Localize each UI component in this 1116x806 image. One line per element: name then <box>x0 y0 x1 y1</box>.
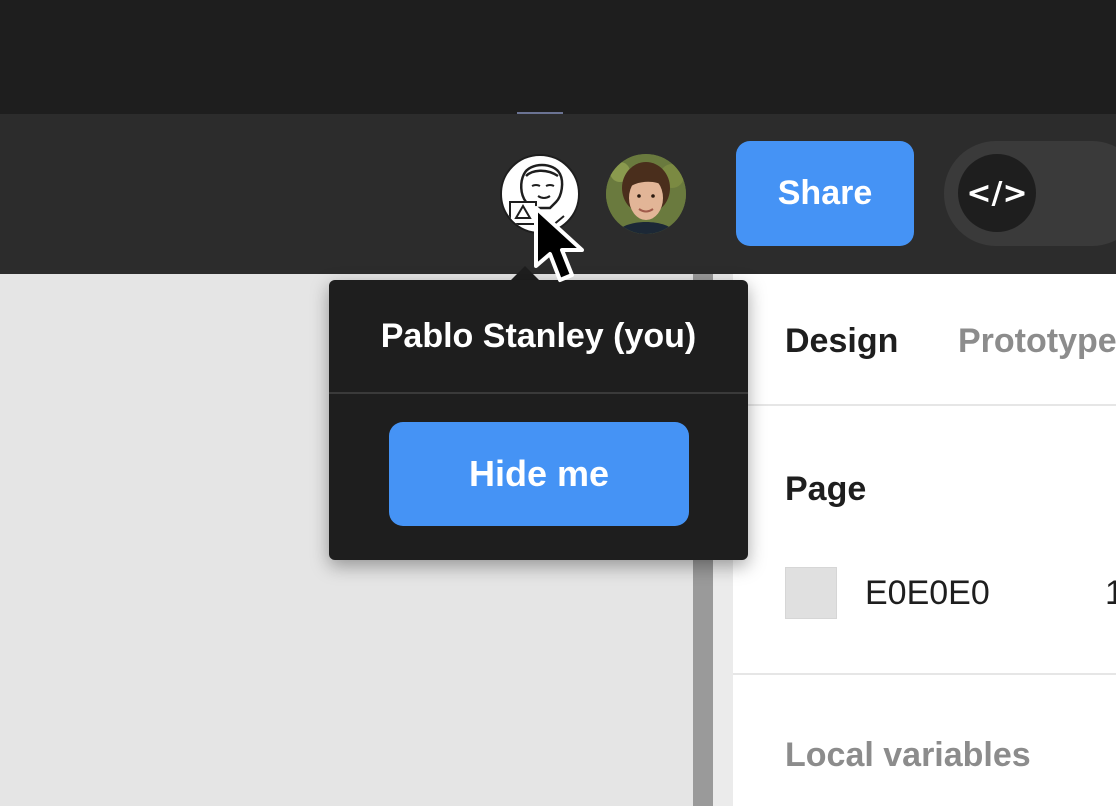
title-bar <box>0 0 1116 114</box>
user-tooltip: Pablo Stanley (you) Hide me <box>329 280 748 560</box>
page-color-hex[interactable]: E0E0E0 <box>865 574 990 613</box>
local-variables-title[interactable]: Local variables <box>785 736 1031 775</box>
properties-panel: Design Prototype Page E0E0E0 1 Local var… <box>733 274 1116 806</box>
page-color-opacity[interactable]: 1 <box>1105 574 1116 613</box>
page-section-title: Page <box>785 470 867 508</box>
panel-tabs: Design Prototype <box>733 274 1116 406</box>
dev-mode-toggle[interactable]: </> <box>944 141 1116 246</box>
mouse-cursor-icon <box>534 206 584 282</box>
avatar-collaborator[interactable] <box>606 154 686 234</box>
tab-prototype[interactable]: Prototype <box>958 322 1116 361</box>
page-color-swatch[interactable] <box>785 567 837 619</box>
user-name-label: Pablo Stanley (you) <box>329 280 748 394</box>
share-button[interactable]: Share <box>736 141 914 246</box>
hide-me-button[interactable]: Hide me <box>389 422 689 526</box>
section-divider <box>733 673 1116 675</box>
tab-design[interactable]: Design <box>785 322 898 361</box>
code-brackets-icon: </> <box>958 154 1036 232</box>
photo-avatar-icon <box>606 154 686 234</box>
